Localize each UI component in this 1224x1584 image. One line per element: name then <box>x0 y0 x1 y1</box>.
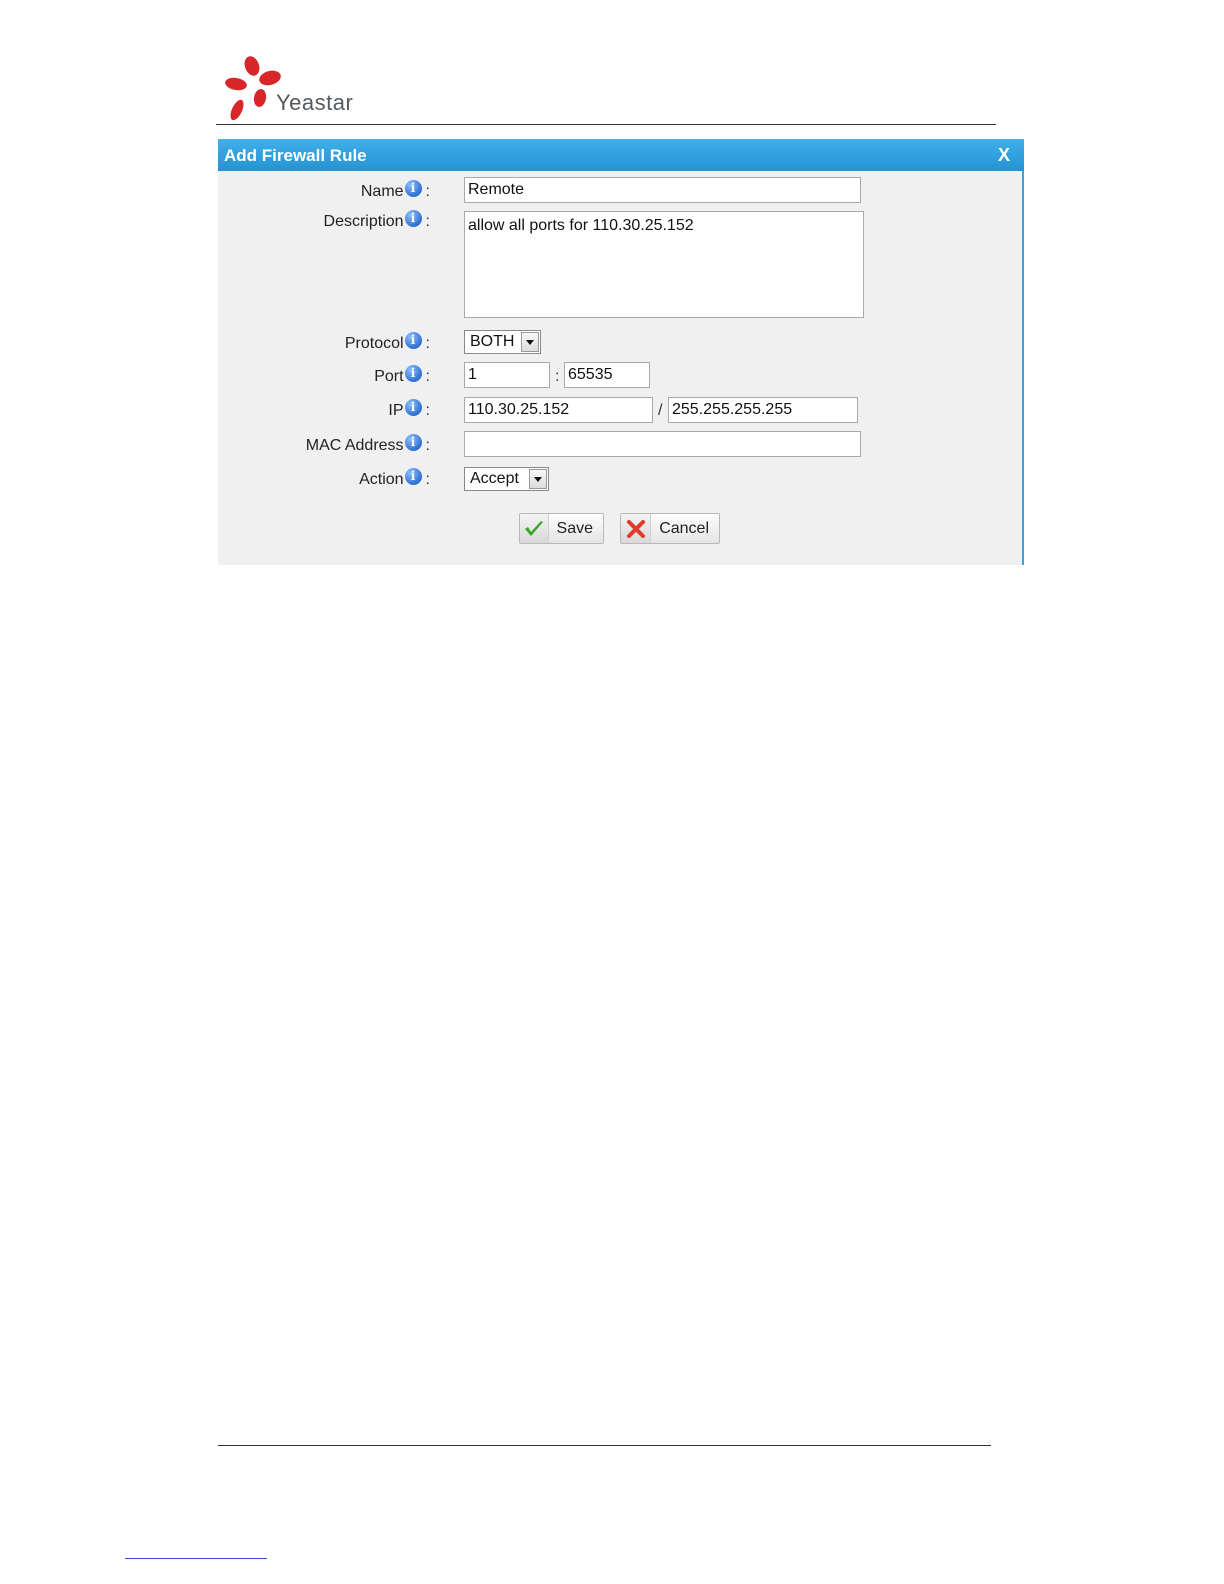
port-label: Port <box>374 368 404 385</box>
action-select[interactable]: Accept <box>464 467 549 491</box>
ip-label: IP <box>388 402 404 419</box>
chevron-down-icon[interactable] <box>529 469 547 489</box>
label-colon: : <box>425 437 430 454</box>
description-label-row: Description i : <box>323 209 430 231</box>
label-colon: : <box>425 183 430 200</box>
action-label: Action <box>359 471 404 488</box>
info-icon[interactable]: i <box>404 209 422 227</box>
checkmark-icon <box>520 514 549 543</box>
protocol-select[interactable]: BOTH <box>464 330 541 354</box>
info-icon[interactable]: i <box>404 398 422 416</box>
mac-address-input[interactable] <box>464 431 861 457</box>
dialog-title: Add Firewall Rule <box>224 146 367 165</box>
header-divider <box>216 124 996 125</box>
mac-address-label: MAC Address <box>305 437 404 454</box>
info-icon[interactable]: i <box>404 433 422 451</box>
action-selected-value: Accept <box>470 470 519 487</box>
cancel-button[interactable]: Cancel <box>620 513 720 544</box>
label-colon: : <box>425 213 430 230</box>
port-start-input[interactable] <box>464 362 550 388</box>
protocol-selected-value: BOTH <box>470 333 515 350</box>
info-icon[interactable]: i <box>404 467 422 485</box>
mac-label-row: MAC Address i : <box>305 433 430 455</box>
footer-link-underline <box>125 1558 267 1559</box>
close-icon[interactable]: X <box>998 145 1010 166</box>
dialog-title-bar: Add Firewall Rule X <box>218 139 1024 171</box>
chevron-down-icon[interactable] <box>521 332 539 352</box>
protocol-label: Protocol <box>344 335 404 352</box>
label-colon: : <box>425 368 430 385</box>
cancel-button-label: Cancel <box>659 519 709 537</box>
ip-separator: / <box>658 402 663 419</box>
add-firewall-rule-dialog: Add Firewall Rule X Name i : Description… <box>218 139 1024 565</box>
ip-mask-input[interactable] <box>668 397 858 423</box>
description-label: Description <box>323 213 404 230</box>
description-textarea[interactable]: allow all ports for 110.30.25.152 <box>464 211 864 318</box>
label-colon: : <box>425 402 430 419</box>
info-icon[interactable]: i <box>404 364 422 382</box>
save-button[interactable]: Save <box>519 513 604 544</box>
footer-divider <box>218 1445 991 1446</box>
port-label-row: Port i : <box>374 364 430 386</box>
port-separator: : <box>555 368 560 385</box>
info-icon[interactable]: i <box>404 331 422 349</box>
yeastar-logo: Yeastar <box>224 54 364 124</box>
port-end-input[interactable] <box>564 362 650 388</box>
brand-name: Yeastar <box>276 90 354 115</box>
yeastar-logo-mark-icon <box>225 56 281 121</box>
name-label: Name <box>360 183 404 200</box>
label-colon: : <box>425 335 430 352</box>
ip-label-row: IP i : <box>388 398 430 420</box>
save-button-label: Save <box>556 519 593 537</box>
ip-address-input[interactable] <box>464 397 653 423</box>
red-x-icon <box>621 514 652 543</box>
info-icon[interactable]: i <box>404 179 422 197</box>
protocol-label-row: Protocol i : <box>344 331 430 353</box>
label-colon: : <box>425 471 430 488</box>
action-label-row: Action i : <box>359 467 430 489</box>
name-label-row: Name i : <box>360 179 430 201</box>
name-input[interactable] <box>464 177 861 203</box>
